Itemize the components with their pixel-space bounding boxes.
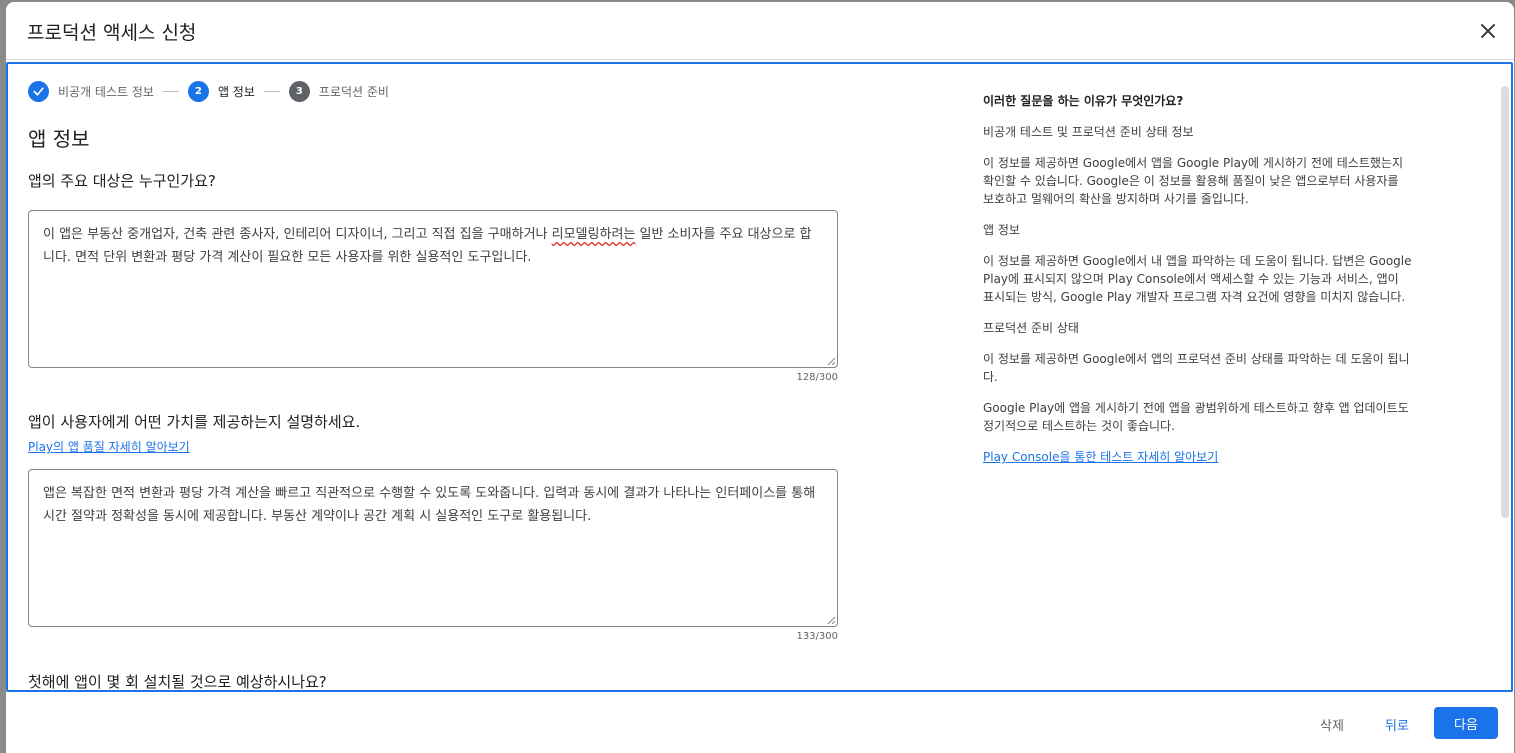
step-number-circle: 2 <box>187 80 209 102</box>
textarea-text: 앱은 복잡한 면적 변환과 평당 가격 계산을 빠르고 직관적으로 수행할 수 … <box>43 486 816 524</box>
form-column: 비공개 테스트 정보 2 앱 정보 3 프로덕션 준비 앱 정보 앱의 주요 대… <box>28 64 848 691</box>
help-section-title: 앱 정보 <box>983 223 1020 237</box>
help-panel: 이러한 질문을 하는 이유가 무엇인가요? 비공개 테스트 및 프로덕션 준비 … <box>983 92 1413 466</box>
step-label: 비공개 테스트 정보 <box>58 84 154 99</box>
scrollbar[interactable] <box>1501 86 1509 518</box>
resize-grip-icon[interactable] <box>827 616 835 624</box>
step-divider <box>263 90 280 92</box>
step-label: 프로덕션 준비 <box>318 84 389 99</box>
question-app-value: 앱이 사용자에게 어떤 가치를 제공하는지 설명하세요. <box>28 413 361 431</box>
help-text: 이 정보를 제공하면 Google에서 내 앱을 파악하는 데 도움이 됩니다.… <box>983 254 1412 304</box>
question-installs: 첫해에 앱이 몇 회 설치될 것으로 예상하시나요? <box>28 673 327 691</box>
dialog-footer: 삭제 뒤로 다음 <box>6 694 1514 753</box>
help-heading: 이러한 질문을 하는 이유가 무엇인가요? <box>983 94 1184 108</box>
app-value-textarea[interactable]: 앱은 복잡한 면적 변환과 평당 가격 계산을 빠르고 직관적으로 수행할 수 … <box>28 469 838 627</box>
help-text: 이 정보를 제공하면 Google에서 앱의 프로덕션 준비 상태를 파악하는 … <box>983 352 1410 384</box>
step-done-circle <box>28 80 49 102</box>
dialog-content: 비공개 테스트 정보 2 앱 정보 3 프로덕션 준비 앱 정보 앱의 주요 대… <box>6 62 1513 692</box>
spellcheck-word: 리모델링하려는 <box>551 227 636 242</box>
step-production-ready[interactable]: 3 프로덕션 준비 <box>288 80 389 102</box>
step-label: 앱 정보 <box>217 84 255 99</box>
step-private-test-info[interactable]: 비공개 테스트 정보 <box>28 80 154 102</box>
step-app-info[interactable]: 2 앱 정보 <box>187 80 255 102</box>
delete-button[interactable]: 삭제 <box>1310 709 1354 740</box>
help-section-title: 비공개 테스트 및 프로덕션 준비 상태 정보 <box>983 125 1194 139</box>
app-quality-link[interactable]: Play의 앱 품질 자세히 알아보기 <box>28 438 190 455</box>
target-audience-textarea[interactable]: 이 앱은 부동산 중개업자, 건축 관련 종사자, 인테리어 디자이너, 그리고… <box>28 210 838 368</box>
question-target-audience: 앱의 주요 대상은 누구인가요? <box>28 172 216 190</box>
production-access-dialog: 프로덕션 액세스 신청 비공개 테스트 정보 2 앱 정보 3 프로덕션 준비 … <box>6 2 1514 753</box>
close-icon <box>1481 24 1495 38</box>
help-text: 이 정보를 제공하면 Google에서 앱을 Google Play에 게시하기… <box>983 156 1403 206</box>
testing-help-link[interactable]: Play Console을 통한 테스트 자세히 알아보기 <box>983 448 1413 466</box>
step-number-circle: 3 <box>288 80 310 102</box>
resize-grip-icon[interactable] <box>827 357 835 365</box>
stepper: 비공개 테스트 정보 2 앱 정보 3 프로덕션 준비 <box>28 80 389 102</box>
dialog-title: 프로덕션 액세스 신청 <box>27 22 197 44</box>
char-counter: 133/300 <box>796 631 838 642</box>
char-counter: 128/300 <box>796 372 838 383</box>
step-divider <box>162 90 179 92</box>
textarea-text: 이 앱은 부동산 중개업자, 건축 관련 종사자, 인테리어 디자이너, 그리고… <box>43 227 552 242</box>
section-title: 앱 정보 <box>28 127 90 151</box>
next-button[interactable]: 다음 <box>1434 707 1498 739</box>
help-section-title: 프로덕션 준비 상태 <box>983 321 1079 335</box>
check-icon <box>33 86 44 96</box>
dialog-header: 프로덕션 액세스 신청 <box>6 2 1514 60</box>
help-text: Google Play에 앱을 게시하기 전에 앱을 광범위하게 테스트하고 향… <box>983 401 1409 433</box>
back-button[interactable]: 뒤로 <box>1375 709 1419 740</box>
close-button[interactable] <box>1476 19 1500 43</box>
